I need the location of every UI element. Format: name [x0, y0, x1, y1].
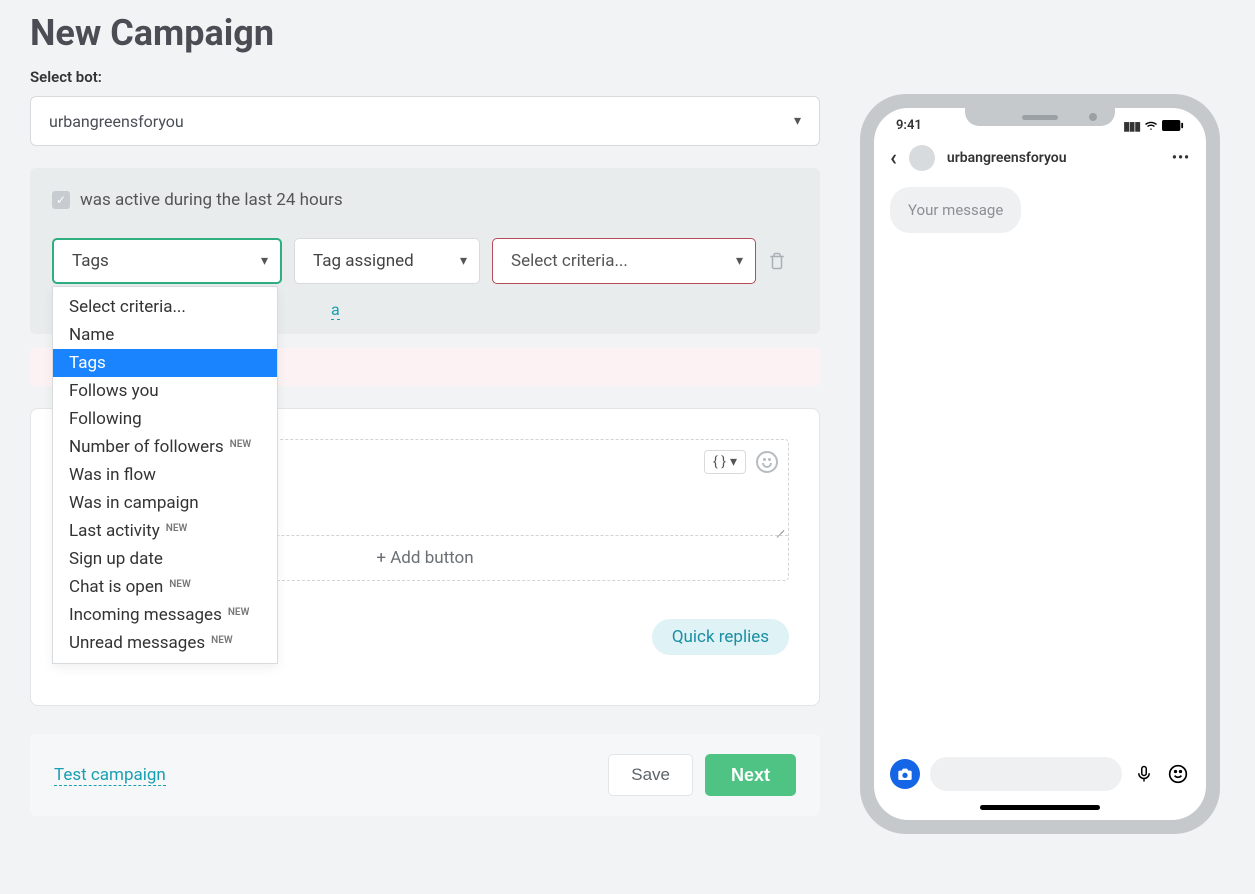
delete-criteria-button[interactable] — [768, 252, 786, 270]
phone-time: 9:41 — [896, 118, 922, 133]
dropdown-option-label: Was in campaign — [69, 493, 199, 513]
dropdown-option[interactable]: Number of followers NEW — [53, 433, 277, 461]
criteria-condition-value: Tag assigned — [313, 251, 414, 271]
more-menu-button[interactable]: ••• — [1172, 150, 1190, 166]
criteria-field-select[interactable]: Tags ▾ — [52, 238, 282, 284]
trash-icon — [768, 252, 786, 270]
camera-button[interactable] — [890, 759, 920, 789]
wifi-icon — [1144, 120, 1158, 132]
new-badge: NEW — [166, 523, 188, 534]
dropdown-option-label: Follows you — [69, 381, 159, 401]
select-bot-label: Select bot: — [30, 68, 820, 86]
home-indicator — [980, 805, 1100, 810]
chevron-down-icon: ▾ — [460, 253, 467, 269]
footer-bar: Test campaign Save Next — [30, 734, 820, 816]
bot-select[interactable]: urbangreensforyou ▾ — [30, 96, 820, 146]
mic-button[interactable] — [1132, 762, 1156, 786]
dropdown-option-label: Tags — [69, 353, 106, 373]
dropdown-option[interactable]: Follows you — [53, 377, 277, 405]
chat-input[interactable] — [930, 757, 1122, 791]
dropdown-option-label: Incoming messages — [69, 605, 222, 625]
chat-username: urbangreensforyou — [947, 150, 1160, 166]
chat-body: Your message — [874, 183, 1206, 745]
test-campaign-link[interactable]: Test campaign — [54, 765, 166, 786]
dropdown-option[interactable]: Last activity NEW — [53, 517, 277, 545]
chevron-down-icon: ▾ — [261, 253, 268, 269]
avatar — [909, 145, 935, 171]
dropdown-option[interactable]: Tags — [53, 349, 277, 377]
dropdown-option[interactable]: Following — [53, 405, 277, 433]
save-button[interactable]: Save — [608, 754, 693, 796]
dropdown-option[interactable]: Chat is open NEW — [53, 573, 277, 601]
battery-icon — [1162, 120, 1184, 131]
variables-button[interactable]: { } ▾ — [704, 450, 746, 474]
dropdown-option-label: Unread messages — [69, 633, 205, 653]
dropdown-option[interactable]: Was in campaign — [53, 489, 277, 517]
new-badge: NEW — [211, 635, 233, 646]
emoji-button[interactable] — [1166, 762, 1190, 786]
dropdown-option-label: Was in flow — [69, 465, 156, 485]
dropdown-option-label: Chat is open — [69, 577, 163, 597]
dropdown-option-label: Number of followers — [69, 437, 224, 457]
phone-preview: 9:41 ▮▮▮ ‹ urbangreensforyou ••• Your me… — [860, 94, 1220, 834]
mic-icon — [1135, 765, 1153, 783]
dropdown-option-label: Following — [69, 409, 142, 429]
dropdown-option[interactable]: Unread messages NEW — [53, 629, 277, 657]
message-bubble: Your message — [890, 187, 1021, 233]
new-badge: NEW — [228, 607, 250, 618]
dropdown-option[interactable]: Was in flow — [53, 461, 277, 489]
chevron-down-icon: ▾ — [730, 454, 737, 470]
signal-icon: ▮▮▮ — [1123, 119, 1140, 133]
dropdown-option-label: Name — [69, 325, 114, 345]
phone-status-icons: ▮▮▮ — [1123, 119, 1184, 133]
camera-icon — [897, 766, 913, 782]
chevron-down-icon: ▾ — [794, 113, 801, 129]
dropdown-option[interactable]: Name — [53, 321, 277, 349]
active-checkbox[interactable]: ✓ — [52, 191, 70, 209]
active-checkbox-label: was active during the last 24 hours — [80, 190, 343, 210]
criteria-value-select[interactable]: Select criteria... ▾ — [492, 238, 756, 284]
dropdown-option-label: Sign up date — [69, 549, 163, 569]
dropdown-option[interactable]: Sign up date — [53, 545, 277, 573]
criteria-condition-select[interactable]: Tag assigned ▾ — [294, 238, 480, 284]
braces-icon: { } — [713, 454, 726, 470]
criteria-value-placeholder: Select criteria... — [511, 251, 628, 271]
emoji-button[interactable] — [756, 451, 778, 473]
dropdown-option[interactable]: Incoming messages NEW — [53, 601, 277, 629]
filters-card: ✓ was active during the last 24 hours Ta… — [30, 168, 820, 334]
chevron-down-icon: ▾ — [736, 253, 743, 269]
page-title: New Campaign — [30, 12, 820, 54]
smile-icon — [1168, 764, 1188, 784]
criteria-field-dropdown: Select criteria... Name Tags Follows you Fol… — [52, 286, 278, 664]
resize-handle[interactable] — [774, 521, 784, 531]
new-badge: NEW — [169, 579, 191, 590]
new-badge: NEW — [230, 439, 252, 450]
criteria-field-value: Tags — [72, 251, 109, 271]
dropdown-option-label: Last activity — [69, 521, 160, 541]
criteria-row: Tags ▾ Tag assigned ▾ Select criteria...… — [52, 238, 798, 284]
dropdown-option[interactable]: Select criteria... — [53, 293, 277, 321]
dropdown-option-label: Select criteria... — [69, 297, 186, 317]
add-criteria-link[interactable]: a — [331, 300, 340, 320]
bot-select-value: urbangreensforyou — [49, 112, 184, 131]
quick-replies-button[interactable]: Quick replies — [652, 619, 789, 655]
next-button[interactable]: Next — [705, 754, 796, 796]
phone-notch — [965, 108, 1115, 126]
back-button[interactable]: ‹ — [890, 146, 897, 171]
